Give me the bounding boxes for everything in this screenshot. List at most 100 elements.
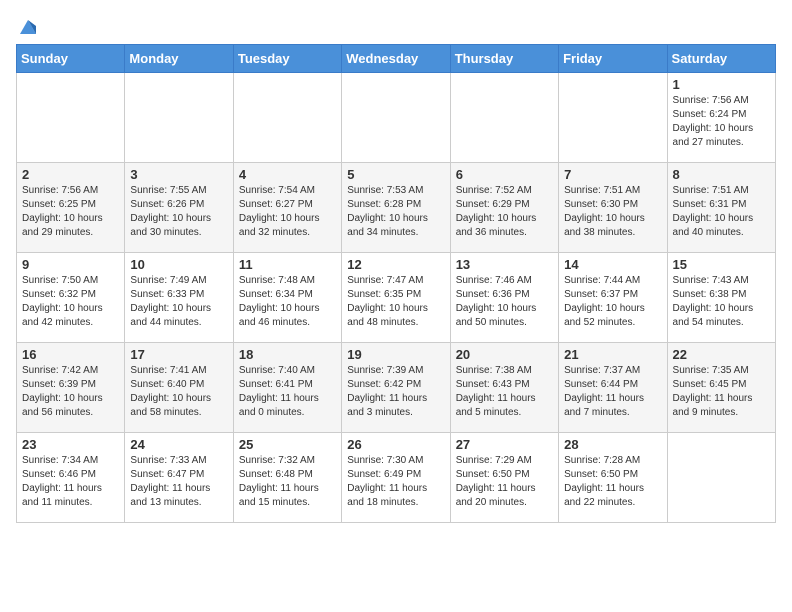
day-info: Sunrise: 7:54 AM Sunset: 6:27 PM Dayligh… bbox=[239, 184, 336, 240]
day-cell bbox=[667, 433, 775, 523]
day-info: Sunrise: 7:38 AM Sunset: 6:43 PM Dayligh… bbox=[456, 364, 553, 420]
day-info: Sunrise: 7:28 AM Sunset: 6:50 PM Dayligh… bbox=[564, 454, 661, 510]
day-cell: 7 Sunrise: 7:51 AM Sunset: 6:30 PM Daylig… bbox=[559, 163, 667, 253]
day-number: 1 bbox=[673, 77, 770, 92]
day-info: Sunrise: 7:51 AM Sunset: 6:31 PM Dayligh… bbox=[673, 184, 770, 240]
day-number: 28 bbox=[564, 437, 661, 452]
day-cell: 9 Sunrise: 7:50 AM Sunset: 6:32 PM Daylig… bbox=[17, 253, 125, 343]
day-info: Sunrise: 7:49 AM Sunset: 6:33 PM Dayligh… bbox=[130, 274, 227, 330]
week-row-1: 1 Sunrise: 7:56 AM Sunset: 6:24 PM Daylig… bbox=[17, 73, 776, 163]
day-cell bbox=[342, 73, 450, 163]
week-row-4: 16 Sunrise: 7:42 AM Sunset: 6:39 PM Dayli… bbox=[17, 343, 776, 433]
day-cell: 18 Sunrise: 7:40 AM Sunset: 6:41 PM Dayli… bbox=[233, 343, 341, 433]
day-cell: 16 Sunrise: 7:42 AM Sunset: 6:39 PM Dayli… bbox=[17, 343, 125, 433]
day-cell bbox=[450, 73, 558, 163]
day-info: Sunrise: 7:37 AM Sunset: 6:44 PM Dayligh… bbox=[564, 364, 661, 420]
day-cell: 4 Sunrise: 7:54 AM Sunset: 6:27 PM Daylig… bbox=[233, 163, 341, 253]
day-number: 25 bbox=[239, 437, 336, 452]
day-info: Sunrise: 7:34 AM Sunset: 6:46 PM Dayligh… bbox=[22, 454, 119, 510]
day-info: Sunrise: 7:40 AM Sunset: 6:41 PM Dayligh… bbox=[239, 364, 336, 420]
day-cell: 22 Sunrise: 7:35 AM Sunset: 6:45 PM Dayli… bbox=[667, 343, 775, 433]
day-cell bbox=[125, 73, 233, 163]
day-number: 16 bbox=[22, 347, 119, 362]
day-cell: 14Sunrise: 7:44 AM Sunset: 6:37 PM Dayli… bbox=[559, 253, 667, 343]
day-number: 10 bbox=[130, 257, 227, 272]
day-number: 5 bbox=[347, 167, 444, 182]
day-number: 11 bbox=[239, 257, 336, 272]
day-cell: 15 Sunrise: 7:43 AM Sunset: 6:38 PM Dayli… bbox=[667, 253, 775, 343]
day-number: 20 bbox=[456, 347, 553, 362]
day-number: 6 bbox=[456, 167, 553, 182]
day-info: Sunrise: 7:53 AM Sunset: 6:28 PM Dayligh… bbox=[347, 184, 444, 240]
day-cell: 19 Sunrise: 7:39 AM Sunset: 6:42 PM Dayli… bbox=[342, 343, 450, 433]
day-number: 21 bbox=[564, 347, 661, 362]
day-number: 2 bbox=[22, 167, 119, 182]
day-number: 22 bbox=[673, 347, 770, 362]
day-info: Sunrise: 7:29 AM Sunset: 6:50 PM Dayligh… bbox=[456, 454, 553, 510]
day-cell: 23Sunrise: 7:34 AM Sunset: 6:46 PM Dayli… bbox=[17, 433, 125, 523]
day-number: 9 bbox=[22, 257, 119, 272]
day-cell: 26Sunrise: 7:30 AM Sunset: 6:49 PM Dayli… bbox=[342, 433, 450, 523]
weekday-sunday: Sunday bbox=[17, 45, 125, 73]
day-number: 8 bbox=[673, 167, 770, 182]
day-cell: 17 Sunrise: 7:41 AM Sunset: 6:40 PM Dayli… bbox=[125, 343, 233, 433]
day-cell: 3 Sunrise: 7:55 AM Sunset: 6:26 PM Daylig… bbox=[125, 163, 233, 253]
page-header bbox=[16, 16, 776, 36]
day-info: Sunrise: 7:43 AM Sunset: 6:38 PM Dayligh… bbox=[673, 274, 770, 330]
day-cell: 2 Sunrise: 7:56 AM Sunset: 6:25 PM Daylig… bbox=[17, 163, 125, 253]
day-info: Sunrise: 7:42 AM Sunset: 6:39 PM Dayligh… bbox=[22, 364, 119, 420]
day-info: Sunrise: 7:47 AM Sunset: 6:35 PM Dayligh… bbox=[347, 274, 444, 330]
day-cell: 11 Sunrise: 7:48 AM Sunset: 6:34 PM Dayli… bbox=[233, 253, 341, 343]
day-info: Sunrise: 7:46 AM Sunset: 6:36 PM Dayligh… bbox=[456, 274, 553, 330]
calendar: SundayMondayTuesdayWednesdayThursdayFrid… bbox=[16, 44, 776, 523]
day-number: 27 bbox=[456, 437, 553, 452]
day-number: 19 bbox=[347, 347, 444, 362]
day-number: 3 bbox=[130, 167, 227, 182]
weekday-monday: Monday bbox=[125, 45, 233, 73]
day-info: Sunrise: 7:51 AM Sunset: 6:30 PM Dayligh… bbox=[564, 184, 661, 240]
day-info: Sunrise: 7:50 AM Sunset: 6:32 PM Dayligh… bbox=[22, 274, 119, 330]
weekday-thursday: Thursday bbox=[450, 45, 558, 73]
day-info: Sunrise: 7:56 AM Sunset: 6:25 PM Dayligh… bbox=[22, 184, 119, 240]
weekday-tuesday: Tuesday bbox=[233, 45, 341, 73]
day-info: Sunrise: 7:55 AM Sunset: 6:26 PM Dayligh… bbox=[130, 184, 227, 240]
day-info: Sunrise: 7:41 AM Sunset: 6:40 PM Dayligh… bbox=[130, 364, 227, 420]
day-number: 17 bbox=[130, 347, 227, 362]
day-cell: 25 Sunrise: 7:32 AM Sunset: 6:48 PM Dayli… bbox=[233, 433, 341, 523]
week-row-2: 2 Sunrise: 7:56 AM Sunset: 6:25 PM Daylig… bbox=[17, 163, 776, 253]
week-row-3: 9 Sunrise: 7:50 AM Sunset: 6:32 PM Daylig… bbox=[17, 253, 776, 343]
day-number: 15 bbox=[673, 257, 770, 272]
day-cell: 13 Sunrise: 7:46 AM Sunset: 6:36 PM Dayli… bbox=[450, 253, 558, 343]
day-number: 24 bbox=[130, 437, 227, 452]
day-info: Sunrise: 7:48 AM Sunset: 6:34 PM Dayligh… bbox=[239, 274, 336, 330]
day-info: Sunrise: 7:30 AM Sunset: 6:49 PM Dayligh… bbox=[347, 454, 444, 510]
day-info: Sunrise: 7:39 AM Sunset: 6:42 PM Dayligh… bbox=[347, 364, 444, 420]
logo-icon bbox=[18, 16, 38, 36]
day-cell: 24 Sunrise: 7:33 AM Sunset: 6:47 PM Dayli… bbox=[125, 433, 233, 523]
day-cell: 12 Sunrise: 7:47 AM Sunset: 6:35 PM Dayli… bbox=[342, 253, 450, 343]
day-cell bbox=[17, 73, 125, 163]
weekday-header-row: SundayMondayTuesdayWednesdayThursdayFrid… bbox=[17, 45, 776, 73]
day-cell: 27 Sunrise: 7:29 AM Sunset: 6:50 PM Dayli… bbox=[450, 433, 558, 523]
day-number: 4 bbox=[239, 167, 336, 182]
day-cell bbox=[233, 73, 341, 163]
weekday-wednesday: Wednesday bbox=[342, 45, 450, 73]
day-cell: 8 Sunrise: 7:51 AM Sunset: 6:31 PM Daylig… bbox=[667, 163, 775, 253]
day-cell: 1 Sunrise: 7:56 AM Sunset: 6:24 PM Daylig… bbox=[667, 73, 775, 163]
day-info: Sunrise: 7:33 AM Sunset: 6:47 PM Dayligh… bbox=[130, 454, 227, 510]
day-number: 14 bbox=[564, 257, 661, 272]
day-info: Sunrise: 7:56 AM Sunset: 6:24 PM Dayligh… bbox=[673, 94, 770, 150]
weekday-saturday: Saturday bbox=[667, 45, 775, 73]
day-number: 13 bbox=[456, 257, 553, 272]
day-number: 12 bbox=[347, 257, 444, 272]
day-cell: 28 Sunrise: 7:28 AM Sunset: 6:50 PM Dayli… bbox=[559, 433, 667, 523]
day-number: 7 bbox=[564, 167, 661, 182]
day-info: Sunrise: 7:52 AM Sunset: 6:29 PM Dayligh… bbox=[456, 184, 553, 240]
day-cell: 21 Sunrise: 7:37 AM Sunset: 6:44 PM Dayli… bbox=[559, 343, 667, 433]
weekday-friday: Friday bbox=[559, 45, 667, 73]
day-cell: 20 Sunrise: 7:38 AM Sunset: 6:43 PM Dayli… bbox=[450, 343, 558, 433]
day-info: Sunrise: 7:32 AM Sunset: 6:48 PM Dayligh… bbox=[239, 454, 336, 510]
day-info: Sunrise: 7:35 AM Sunset: 6:45 PM Dayligh… bbox=[673, 364, 770, 420]
day-number: 18 bbox=[239, 347, 336, 362]
day-cell bbox=[559, 73, 667, 163]
